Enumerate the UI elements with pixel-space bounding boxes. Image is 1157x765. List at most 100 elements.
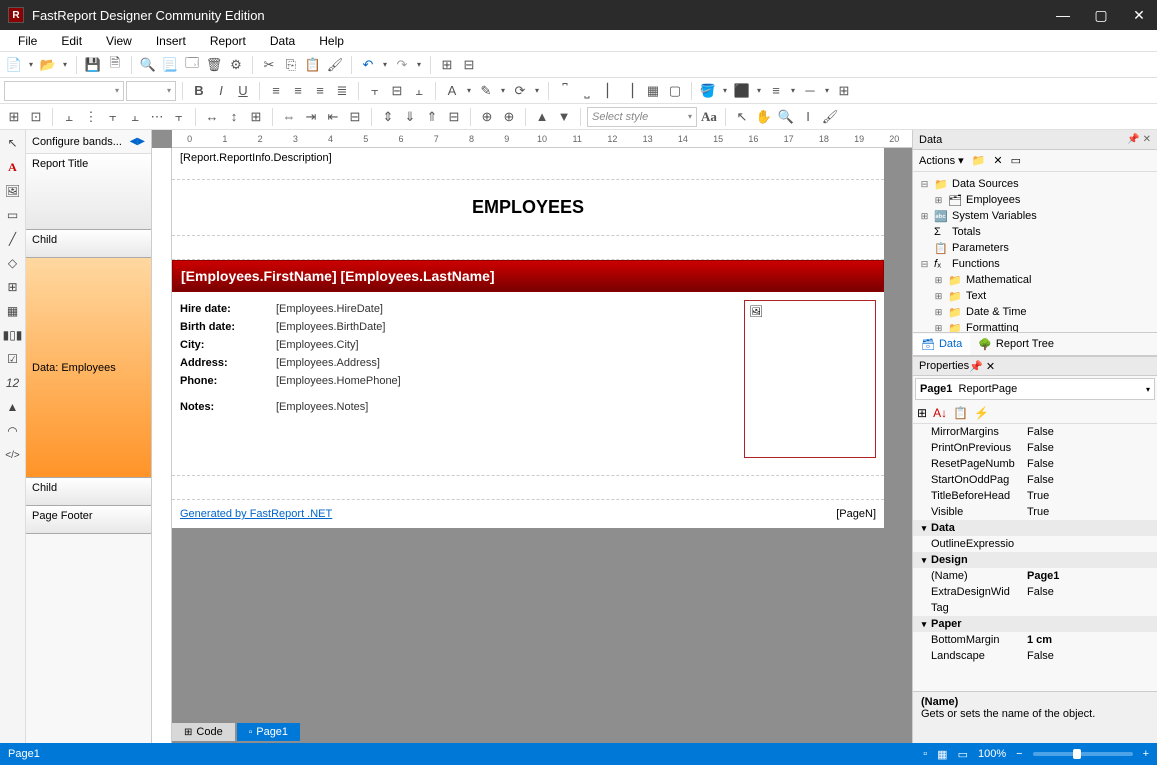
tree-item[interactable]: ⊟𝑓ₓFunctions <box>919 256 1151 272</box>
space-h-rem-icon[interactable]: ⊟ <box>345 107 365 127</box>
send-back-icon[interactable]: ▼ <box>554 107 574 127</box>
tree-item[interactable]: ⊟📁Data Sources <box>919 176 1151 192</box>
align-b-icon[interactable]: ⫟ <box>169 107 189 127</box>
prop-row[interactable]: BottomMargin1 cm <box>913 632 1157 648</box>
grid-icon[interactable]: ⊞ <box>4 107 24 127</box>
align-t-icon[interactable]: ⫠ <box>125 107 145 127</box>
prop-category[interactable]: ▾Data <box>913 520 1157 536</box>
border-all-icon[interactable]: ▦ <box>643 81 663 101</box>
close-button[interactable]: ✕ <box>1129 7 1149 24</box>
border-props-icon[interactable]: ⊞ <box>834 81 854 101</box>
expand-icon[interactable]: ⊞ <box>933 275 944 286</box>
prop-value[interactable]: False <box>1023 442 1157 454</box>
prop-value[interactable]: 1 cm <box>1023 634 1157 646</box>
table-tool-icon[interactable]: ⊞ <box>4 278 22 296</box>
menu-insert[interactable]: Insert <box>144 32 198 50</box>
matrix-tool-icon[interactable]: ▦ <box>4 302 22 320</box>
border-right-icon[interactable]: ⎥ <box>621 81 641 101</box>
font-combo[interactable]: ▾ <box>4 81 124 101</box>
line-width-icon[interactable]: ≡ <box>766 81 786 101</box>
band-page-footer[interactable]: Page Footer <box>26 506 151 534</box>
prop-value[interactable]: False <box>1023 586 1157 598</box>
band-child2[interactable]: Child <box>26 478 151 506</box>
space-h-inc-icon[interactable]: ⇥ <box>301 107 321 127</box>
prop-category[interactable]: ▾Paper <box>913 616 1157 632</box>
format-painter-icon[interactable]: 🖌 <box>325 55 345 75</box>
underline-icon[interactable]: U <box>233 81 253 101</box>
space-v-inc-icon[interactable]: ⇓ <box>400 107 420 127</box>
props-props-icon[interactable]: 📋 <box>953 406 968 420</box>
prop-category[interactable]: ▾Design <box>913 552 1157 568</box>
pin-icon[interactable]: 📌 ✕ <box>1127 134 1151 145</box>
data-view-icon[interactable]: ▭ <box>1011 154 1021 167</box>
band-child1[interactable]: Child <box>26 230 151 258</box>
minimize-button[interactable]: — <box>1053 7 1073 24</box>
space-v-icon[interactable]: ⇕ <box>378 107 398 127</box>
configure-bands-link[interactable]: Configure bands... ◀▶ <box>26 130 151 154</box>
tree-item[interactable]: ⊞🔤System Variables <box>919 208 1151 224</box>
prop-row[interactable]: VisibleTrue <box>913 504 1157 520</box>
menu-data[interactable]: Data <box>258 32 307 50</box>
line-tool-icon[interactable]: ╱ <box>4 230 22 248</box>
tree-item[interactable]: ΣTotals <box>919 224 1151 240</box>
valign-bottom-icon[interactable]: ⫠ <box>409 81 429 101</box>
page-new-icon[interactable]: 📃 <box>160 55 180 75</box>
prop-row[interactable]: MirrorMarginsFalse <box>913 424 1157 440</box>
fontsize-combo[interactable]: ▾ <box>126 81 176 101</box>
line-style-icon[interactable]: ─ <box>800 81 820 101</box>
child-band-area[interactable] <box>172 236 884 260</box>
ungroup-icon[interactable]: ⊟ <box>459 55 479 75</box>
copy-icon[interactable]: ⎘ <box>281 55 301 75</box>
expand-icon[interactable]: ⊞ <box>933 307 944 318</box>
line-color-dropdown[interactable]: ▾ <box>754 86 764 95</box>
data-delete-icon[interactable]: ✕ <box>993 154 1002 167</box>
menu-view[interactable]: View <box>94 32 144 50</box>
tree-item[interactable]: 📋Parameters <box>919 240 1151 256</box>
snap-icon[interactable]: ⊡ <box>26 107 46 127</box>
valign-top-icon[interactable]: ⫟ <box>365 81 385 101</box>
expand-icon[interactable]: ⊟ <box>919 259 930 270</box>
richtext-tool-icon[interactable]: 12 <box>4 374 22 392</box>
align-l-icon[interactable]: ⫠ <box>59 107 79 127</box>
collapse-icon[interactable]: ◀ <box>130 136 138 147</box>
undo-icon[interactable]: ↶ <box>358 55 378 75</box>
chevron-down-icon[interactable]: ▾ <box>917 555 931 566</box>
space-h-dec-icon[interactable]: ⇤ <box>323 107 343 127</box>
html-tool-icon[interactable]: </> <box>4 446 22 464</box>
title-textbox[interactable]: EMPLOYEES <box>172 180 884 236</box>
tab-report-tree[interactable]: 🌳Report Tree <box>970 334 1062 355</box>
undo-dropdown[interactable]: ▾ <box>380 60 390 69</box>
fill-color-dropdown[interactable]: ▾ <box>720 86 730 95</box>
paste-icon[interactable]: 📋 <box>303 55 323 75</box>
line-style-dropdown[interactable]: ▾ <box>822 86 832 95</box>
same-width-icon[interactable]: ↔ <box>202 107 222 127</box>
prop-value[interactable]: True <box>1023 490 1157 502</box>
expand-icon[interactable]: ⊟ <box>919 179 930 190</box>
maximize-button[interactable]: ▢ <box>1091 7 1111 24</box>
page-number[interactable]: [PageN] <box>836 508 876 520</box>
prop-value[interactable]: False <box>1023 458 1157 470</box>
expand-icon[interactable]: ⊞ <box>919 211 930 222</box>
checkbox-tool-icon[interactable]: ☑ <box>4 350 22 368</box>
fill-color-icon[interactable]: 🪣 <box>698 81 718 101</box>
prop-row[interactable]: Tag <box>913 600 1157 616</box>
line-color-icon[interactable]: ⬛ <box>732 81 752 101</box>
cellular-tool-icon[interactable]: ▲ <box>4 398 22 416</box>
text-color-dropdown[interactable]: ▾ <box>464 86 474 95</box>
align-right-icon[interactable]: ≡ <box>310 81 330 101</box>
save-all-icon[interactable]: 🗎 <box>105 55 125 75</box>
space-v-dec-icon[interactable]: ⇑ <box>422 107 442 127</box>
new-icon[interactable]: 📄 <box>4 55 24 75</box>
prop-row[interactable]: TitleBeforeHeadTrue <box>913 488 1157 504</box>
same-height-icon[interactable]: ↕ <box>224 107 244 127</box>
new-dropdown[interactable]: ▾ <box>26 60 36 69</box>
prop-row[interactable]: StartOnOddPagFalse <box>913 472 1157 488</box>
hand-icon[interactable]: ✋ <box>754 107 774 127</box>
props-pin-icon[interactable]: 📌 ✕ <box>969 360 995 373</box>
zoom-icon[interactable]: 🔍 <box>776 107 796 127</box>
valign-middle-icon[interactable]: ⊟ <box>387 81 407 101</box>
highlight-icon[interactable]: ✎ <box>476 81 496 101</box>
alphabetical-icon[interactable]: A↓ <box>933 406 947 420</box>
band-report-title[interactable]: Report Title <box>26 154 151 230</box>
insert-band-icon[interactable]: ▭ <box>4 206 22 224</box>
